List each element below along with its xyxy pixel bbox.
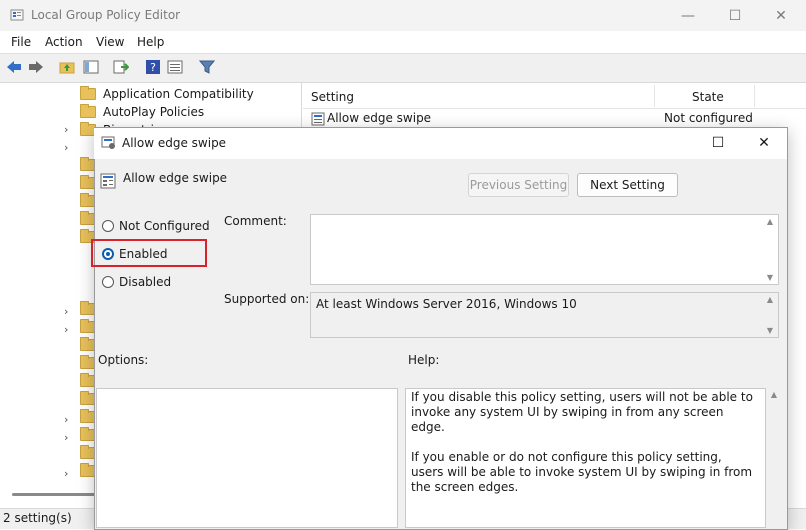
tree-item-label: Application Compatibility xyxy=(103,87,254,101)
maximize-icon: ☐ xyxy=(711,134,725,151)
radio-label: Not Configured xyxy=(119,219,210,233)
tree-item-label: AutoPlay Policies xyxy=(103,105,205,119)
help-label: Help: xyxy=(408,353,440,367)
comment-label: Comment: xyxy=(224,214,287,228)
minimize-icon: — xyxy=(681,7,695,24)
comment-textarea[interactable]: ▲ ▼ xyxy=(310,214,779,285)
setting-name: Allow edge swipe xyxy=(327,111,432,125)
filter-icon[interactable] xyxy=(198,58,216,76)
supported-on-label: Supported on: xyxy=(224,292,310,306)
previous-setting-button[interactable]: Previous Setting xyxy=(468,173,569,197)
close-button[interactable]: ✕ xyxy=(758,0,804,31)
dialog-close-button[interactable]: ✕ xyxy=(741,128,787,157)
scroll-up-icon[interactable]: ▲ xyxy=(767,217,773,226)
tree-item[interactable]: AutoPlay Policies xyxy=(80,103,204,121)
chevron-right-icon[interactable]: › xyxy=(64,305,68,318)
minimize-button[interactable]: — xyxy=(665,0,711,31)
radio-label: Disabled xyxy=(119,275,172,289)
chevron-right-icon[interactable]: › xyxy=(64,431,68,444)
options-panel[interactable] xyxy=(96,388,398,528)
next-setting-button[interactable]: Next Setting xyxy=(577,173,678,197)
column-divider xyxy=(754,85,755,107)
list-header xyxy=(303,84,806,109)
highlight-box xyxy=(91,239,207,267)
window-title: Local Group Policy Editor xyxy=(31,8,181,22)
help-icon[interactable]: ? xyxy=(144,58,162,76)
policy-editor-icon xyxy=(10,9,24,21)
close-icon: ✕ xyxy=(758,134,770,151)
column-header-setting[interactable]: Setting xyxy=(311,90,354,104)
maximize-icon: ☐ xyxy=(728,7,742,24)
supported-scrollbar[interactable]: ▲ ▼ xyxy=(763,295,777,335)
close-icon: ✕ xyxy=(775,7,787,24)
scroll-up-icon[interactable]: ▲ xyxy=(767,295,773,304)
forward-icon[interactable] xyxy=(27,58,45,76)
export-list-icon[interactable] xyxy=(112,58,130,76)
folder-icon xyxy=(80,86,96,100)
chevron-right-icon[interactable]: › xyxy=(64,323,68,336)
radio-indicator[interactable] xyxy=(102,220,114,232)
chevron-right-icon[interactable]: › xyxy=(64,413,68,426)
dialog-policy-icon xyxy=(101,136,115,149)
table-row[interactable]: Allow edge swipe Not configured xyxy=(309,110,769,128)
dialog-maximize-button[interactable]: ☐ xyxy=(695,128,741,157)
dialog-title: Allow edge swipe xyxy=(122,136,227,150)
scroll-down-icon[interactable]: ▼ xyxy=(767,273,773,282)
help-scrollbar[interactable]: ▲ xyxy=(767,390,781,410)
menu-help[interactable]: Help xyxy=(137,35,164,49)
options-label: Options: xyxy=(98,353,149,367)
radio-disabled[interactable]: Disabled xyxy=(102,273,171,291)
chevron-right-icon[interactable]: › xyxy=(64,467,68,480)
svg-text:?: ? xyxy=(150,61,156,74)
up-folder-icon[interactable] xyxy=(58,58,76,76)
policy-setting-icon xyxy=(311,112,325,126)
chevron-right-icon[interactable]: › xyxy=(64,123,68,136)
scroll-down-icon[interactable]: ▼ xyxy=(767,326,773,335)
setting-state: Not configured xyxy=(664,111,753,125)
supported-on-value: At least Windows Server 2016, Windows 10 xyxy=(316,297,577,311)
show-hide-tree-icon[interactable] xyxy=(82,58,100,76)
menu-view[interactable]: View xyxy=(96,35,124,49)
menu-action[interactable]: Action xyxy=(45,35,83,49)
back-icon[interactable] xyxy=(5,58,23,76)
maximize-button[interactable]: ☐ xyxy=(712,0,758,31)
status-text: 2 setting(s) xyxy=(3,511,72,525)
help-text: If you disable this policy setting, user… xyxy=(411,390,756,510)
column-divider xyxy=(654,85,655,107)
help-paragraph: If you enable or do not configure this p… xyxy=(411,450,753,494)
column-header-state[interactable]: State xyxy=(692,90,724,104)
scroll-up-icon[interactable]: ▲ xyxy=(771,390,777,399)
comment-scrollbar[interactable]: ▲ ▼ xyxy=(763,217,777,282)
menu-file[interactable]: File xyxy=(11,35,31,49)
radio-indicator[interactable] xyxy=(102,276,114,288)
help-paragraph: If you disable this policy setting, user… xyxy=(411,390,753,434)
setting-header-title: Allow edge swipe xyxy=(123,171,228,185)
chevron-right-icon[interactable]: › xyxy=(64,141,68,154)
tree-item[interactable]: Application Compatibility xyxy=(80,85,254,103)
radio-not-configured[interactable]: Not Configured xyxy=(102,217,210,235)
setting-header-icon xyxy=(100,173,116,189)
folder-icon xyxy=(80,104,96,118)
properties-icon[interactable] xyxy=(166,58,184,76)
